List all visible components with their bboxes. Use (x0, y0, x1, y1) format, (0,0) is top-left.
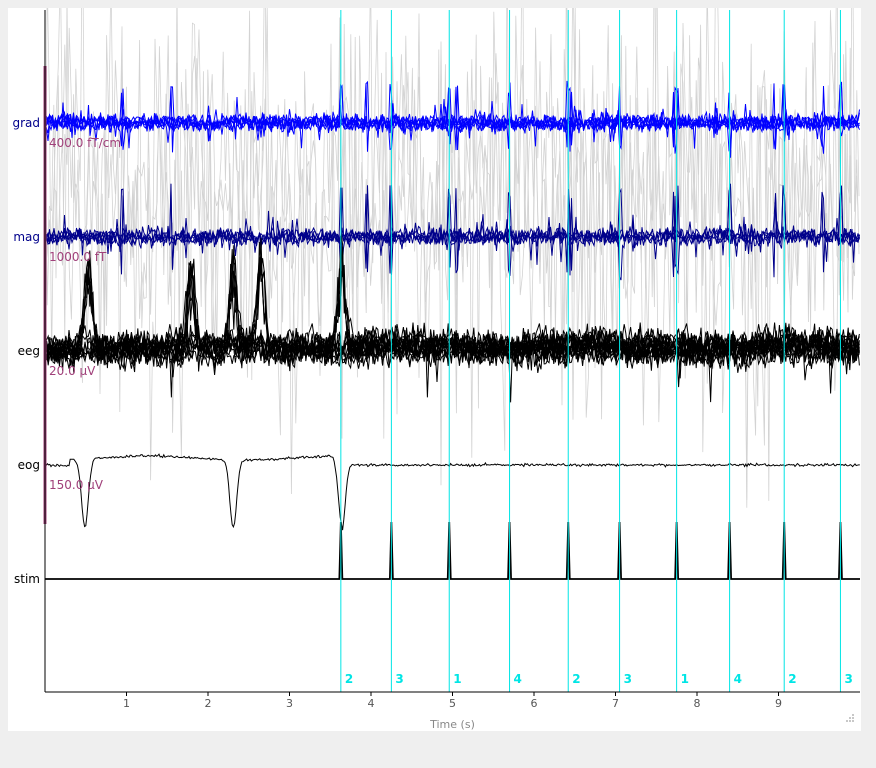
channel-type-label: stim (14, 572, 40, 586)
scale-label: 20.0 µV (49, 364, 96, 378)
event-label: 2 (345, 672, 353, 686)
event-label: 3 (624, 672, 632, 686)
x-tick-label: 9 (775, 697, 782, 710)
x-tick-label: 7 (612, 697, 619, 710)
event-label: 2 (788, 672, 796, 686)
eeg-trace (45, 241, 860, 403)
event-label: 3 (395, 672, 403, 686)
stim-trace (45, 521, 860, 580)
event-label: 1 (681, 672, 689, 686)
channel-type-label: mag (13, 230, 40, 244)
scale-label: 1000.0 fT (49, 250, 107, 264)
eeg-trace (45, 233, 860, 403)
eog-trace (45, 453, 860, 531)
event-label: 2 (572, 672, 580, 686)
channel-type-label: eeg (18, 344, 40, 358)
channel-type-label: eog (18, 458, 40, 472)
x-tick-label: 8 (694, 697, 701, 710)
raw-data-browser: 2 3 1 4 2 3 1 4 2 3 1 2 3 4 5 6 7 8 9 Time (s) grad 400.0 f… (8, 8, 861, 731)
scale-label: 400.0 fT/cm (49, 136, 121, 150)
channel-type-label: grad (12, 116, 40, 130)
event-label: 3 (844, 672, 852, 686)
event-label: 1 (453, 672, 461, 686)
x-tick-label: 3 (286, 697, 293, 710)
raw-traces-plot: 2 3 1 4 2 3 1 4 2 3 1 2 3 4 5 6 7 8 9 Time (s) grad 400.0 f… (12, 8, 860, 731)
x-tick-label: 1 (123, 697, 130, 710)
x-tick-label: 5 (449, 697, 456, 710)
x-tick-label: 6 (531, 697, 538, 710)
event-label: 4 (514, 672, 522, 686)
resize-grip-icon[interactable] (841, 711, 855, 725)
x-tick-label: 2 (205, 697, 212, 710)
x-axis-label: Time (s) (429, 718, 475, 731)
eeg-trace (45, 249, 860, 398)
scale-label: 150.0 µV (49, 478, 104, 492)
x-tick-label: 4 (368, 697, 375, 710)
event-label: 4 (734, 672, 742, 686)
